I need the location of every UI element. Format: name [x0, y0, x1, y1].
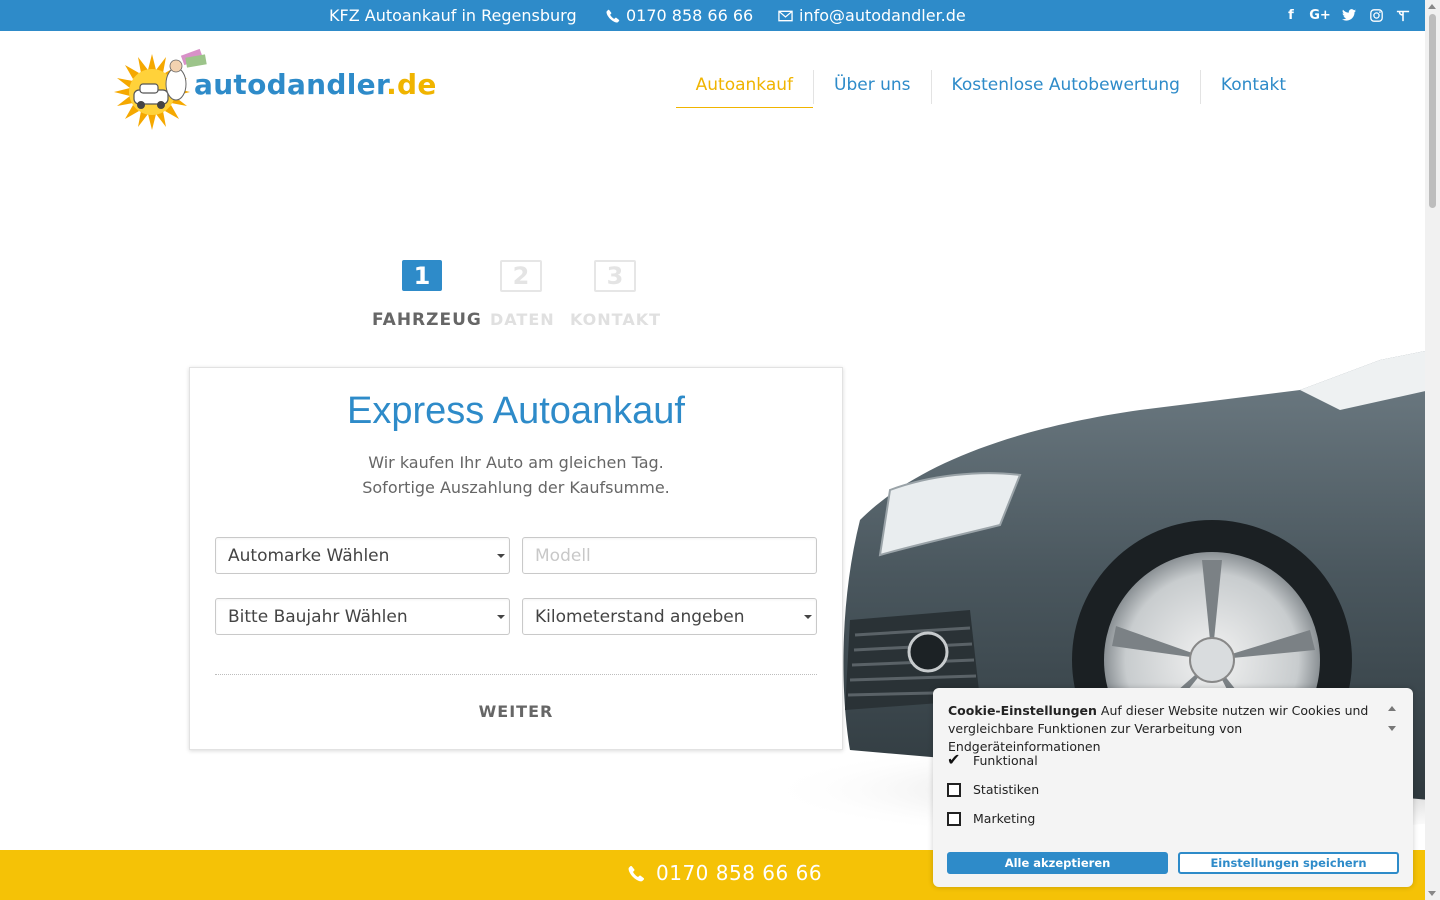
scroll-down-icon[interactable] [1428, 891, 1436, 896]
tagline-text: KFZ Autoankauf in Regensburg [329, 6, 577, 25]
step-number: 2 [500, 260, 542, 292]
next-button[interactable]: WEITER [190, 702, 842, 721]
phone-text: 0170 858 66 66 [626, 6, 754, 25]
step-daten: 2 DATEN [490, 260, 555, 329]
page-scrollbar[interactable] [1425, 0, 1440, 900]
cookie-banner: Cookie-Einstellungen Auf dieser Website … [933, 688, 1413, 887]
bottom-phone-text: 0170 858 66 66 [656, 861, 823, 885]
instagram-icon[interactable] [1368, 7, 1384, 23]
cookie-option-label: Funktional [973, 753, 1038, 768]
facebook-icon[interactable]: f [1283, 7, 1299, 23]
scrollbar-thumb[interactable] [1429, 14, 1436, 208]
top-bar-phone[interactable]: 0170 858 66 66 [606, 6, 753, 25]
top-bar-email[interactable]: info@autodandler.de [778, 6, 966, 25]
express-form-card: Express Autoankauf Wir kaufen Ihr Auto a… [189, 367, 843, 750]
checkmark-icon[interactable]: ✔ [947, 751, 961, 768]
cookie-option-funktional[interactable]: ✔ Funktional [947, 751, 1038, 768]
year-select[interactable]: Bitte Baujahr Wählen [215, 598, 510, 635]
form-subtitle: Wir kaufen Ihr Auto am gleichen Tag. Sof… [190, 450, 842, 500]
step-label: DATEN [490, 310, 555, 329]
nav-item-ueber-uns[interactable]: Über uns [814, 66, 931, 108]
cookie-text-scroller[interactable] [1385, 702, 1399, 740]
step-number: 3 [594, 260, 636, 292]
phone-icon [606, 9, 620, 23]
logo-main-text: autodandler [194, 68, 387, 101]
year-select-value: Bitte Baujahr Wählen [228, 607, 408, 627]
email-text: info@autodandler.de [799, 6, 966, 25]
km-select-value: Kilometerstand angeben [535, 607, 745, 627]
step-kontakt: 3 KONTAKT [570, 260, 660, 329]
brand-select-value: Automarke Wählen [228, 546, 390, 566]
tripadvisor-icon[interactable] [1395, 7, 1411, 23]
accept-all-button[interactable]: Alle akzeptieren [947, 852, 1168, 874]
cookie-title: Cookie-Einstellungen [948, 703, 1097, 718]
model-input[interactable]: Modell [522, 537, 817, 574]
bottom-phone[interactable]: 0170 858 66 66 [628, 861, 822, 885]
step-number: 1 [402, 260, 442, 291]
checkbox-icon[interactable] [947, 811, 961, 826]
form-title: Express Autoankauf [347, 390, 685, 432]
subtitle-line: Wir kaufen Ihr Auto am gleichen Tag. [368, 453, 664, 472]
chevron-down-icon [497, 554, 505, 558]
logo-tld-text: .de [386, 68, 437, 101]
chevron-down-icon [804, 615, 812, 619]
top-bar: KFZ Autoankauf in Regensburg 0170 858 66… [0, 0, 1425, 31]
nav-item-autoankauf[interactable]: Autoankauf [675, 66, 814, 108]
page: KFZ Autoankauf in Regensburg 0170 858 66… [0, 0, 1440, 900]
checkbox-icon[interactable] [947, 782, 961, 797]
nav-item-kontakt[interactable]: Kontakt [1201, 66, 1306, 108]
save-settings-button[interactable]: Einstellungen speichern [1178, 852, 1399, 874]
chevron-down-icon [497, 615, 505, 619]
social-links: f G+ [1283, 7, 1411, 23]
scroll-up-icon[interactable] [1388, 706, 1396, 711]
nav-item-autobewertung[interactable]: Kostenlose Autobewertung [932, 66, 1200, 108]
twitter-icon[interactable] [1341, 7, 1357, 23]
top-bar-tagline: KFZ Autoankauf in Regensburg [329, 6, 577, 25]
cookie-option-label: Marketing [973, 811, 1036, 826]
step-label: KONTAKT [570, 310, 662, 329]
main-nav: Autoankauf Über uns Kostenlose Autobewer… [675, 66, 1306, 108]
step-label: FAHRZEUG [372, 310, 482, 330]
cookie-option-statistiken[interactable]: Statistiken [947, 782, 1039, 797]
cookie-option-label: Statistiken [973, 782, 1040, 797]
model-placeholder: Modell [535, 546, 591, 566]
site-logo[interactable]: autodandler.de [114, 46, 436, 130]
google-plus-icon[interactable]: G+ [1309, 7, 1331, 23]
scroll-up-icon[interactable] [1428, 4, 1436, 9]
scroll-down-icon[interactable] [1388, 726, 1396, 731]
phone-icon [628, 865, 645, 881]
subtitle-line: Sofortige Auszahlung der Kaufsumme. [362, 478, 670, 497]
brand-select[interactable]: Automarke Wählen [215, 537, 510, 574]
cookie-text: Cookie-Einstellungen Auf dieser Website … [948, 702, 1388, 756]
step-fahrzeug: 1 FAHRZEUG [372, 260, 482, 330]
logo-wordmark: autodandler.de [194, 68, 437, 101]
form-divider [215, 674, 817, 675]
km-select[interactable]: Kilometerstand angeben [522, 598, 817, 635]
envelope-icon [778, 10, 793, 21]
cookie-option-marketing[interactable]: Marketing [947, 811, 1035, 826]
